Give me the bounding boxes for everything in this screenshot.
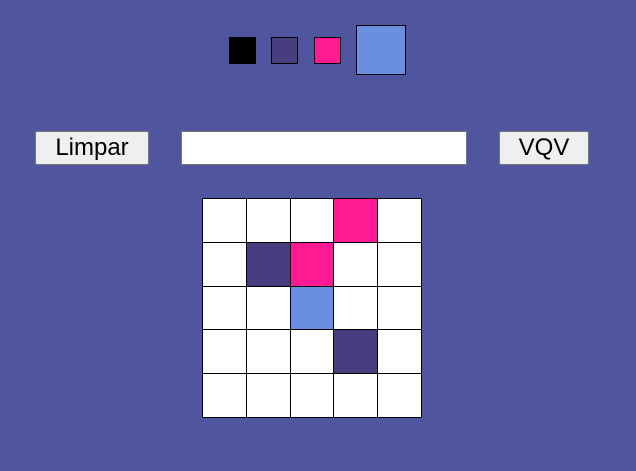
- pixel[interactable]: [246, 199, 291, 243]
- pixel[interactable]: [378, 286, 422, 331]
- pixel[interactable]: [334, 286, 379, 331]
- pixel[interactable]: [334, 242, 379, 287]
- pixel[interactable]: [246, 242, 291, 287]
- color-swatch-purple[interactable]: [271, 37, 298, 64]
- pixel[interactable]: [334, 199, 379, 243]
- pixel[interactable]: [290, 242, 335, 287]
- pixel[interactable]: [378, 242, 422, 287]
- pixel[interactable]: [334, 374, 379, 418]
- pixel[interactable]: [246, 374, 291, 418]
- color-swatch-pink[interactable]: [314, 37, 341, 64]
- pixel[interactable]: [246, 330, 291, 375]
- pixel[interactable]: [334, 330, 379, 375]
- pixel[interactable]: [378, 330, 422, 375]
- pixel[interactable]: [203, 199, 247, 243]
- pixel[interactable]: [203, 374, 247, 418]
- pixel[interactable]: [290, 199, 335, 243]
- pixel[interactable]: [290, 330, 335, 375]
- pixel-board: [202, 198, 422, 418]
- color-swatch-black[interactable]: [229, 37, 256, 64]
- generate-board-button[interactable]: VQV: [499, 131, 589, 165]
- pixel[interactable]: [246, 286, 291, 331]
- pixel[interactable]: [203, 286, 247, 331]
- pixel[interactable]: [203, 330, 247, 375]
- pixel[interactable]: [290, 374, 335, 418]
- pixel[interactable]: [378, 374, 422, 418]
- clear-board-button[interactable]: Limpar: [35, 131, 149, 165]
- pixel[interactable]: [378, 199, 422, 243]
- pixel[interactable]: [290, 286, 335, 331]
- pixel[interactable]: [203, 242, 247, 287]
- color-swatch-blue-selected[interactable]: [356, 25, 406, 75]
- board-size-input[interactable]: [181, 131, 467, 165]
